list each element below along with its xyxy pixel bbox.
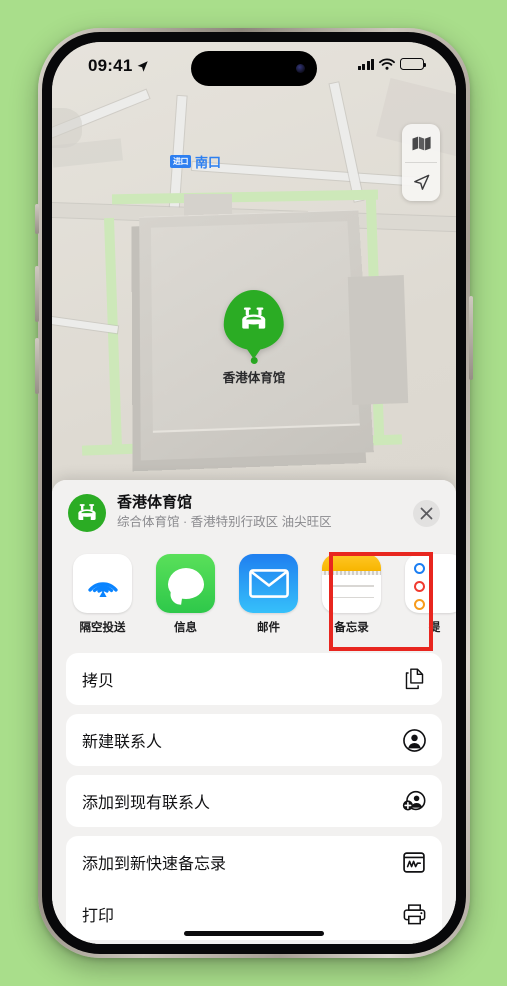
action-label: 拷贝 <box>82 673 115 690</box>
map-green-path <box>103 217 123 449</box>
notes-icon <box>322 554 381 613</box>
map-pin-label: 香港体育馆 <box>222 371 286 385</box>
action-group: 添加到现有联系人 <box>66 775 442 827</box>
share-app-row[interactable]: 隔空投送 信息 邮件 备忘录 提 <box>52 544 456 651</box>
folded-map-icon <box>412 136 431 150</box>
action-label: 新建联系人 <box>82 734 163 751</box>
share-app-reminders[interactable]: 提 <box>404 554 456 635</box>
dynamic-island <box>191 51 317 86</box>
entrance-label: 南口 <box>195 155 222 170</box>
status-time-text: 09:41 <box>88 56 133 75</box>
person-add-circle-icon <box>402 789 426 813</box>
silent-switch[interactable] <box>35 204 39 234</box>
action-group: 添加到新快速备忘录 打印 <box>66 836 442 940</box>
person-circle-icon <box>402 728 426 752</box>
action-row-new-contact[interactable]: 新建联系人 <box>66 714 442 766</box>
map-poi-entrance[interactable]: 进口 南口 <box>170 152 221 171</box>
share-app-label: 信息 <box>174 622 197 634</box>
locate-me-button[interactable] <box>402 163 440 201</box>
volume-up-button[interactable] <box>35 266 39 322</box>
mail-icon <box>239 554 298 613</box>
share-action-list: 拷贝 新建联系人 添加到现有联系人 添加到新快速备忘录 打印 <box>52 647 456 940</box>
share-app-label: 隔空投送 <box>79 622 126 634</box>
home-indicator[interactable] <box>184 931 324 936</box>
map-road <box>192 161 422 187</box>
action-label: 添加到现有联系人 <box>82 795 211 812</box>
share-app-messages[interactable]: 信息 <box>155 554 216 635</box>
location-arrow-icon <box>138 60 149 72</box>
front-camera-icon <box>296 64 305 73</box>
volume-down-button[interactable] <box>35 338 39 394</box>
printer-icon <box>402 902 426 926</box>
reminders-icon <box>405 554 456 613</box>
share-app-mail[interactable]: 邮件 <box>238 554 299 635</box>
share-app-label: 提 <box>428 622 441 634</box>
action-row-copy[interactable]: 拷贝 <box>66 653 442 705</box>
map-type-button[interactable] <box>402 124 440 162</box>
map-building-wing <box>347 275 409 405</box>
share-sheet: 香港体育馆 综合体育馆 · 香港特别行政区 油尖旺区 隔空投送 信息 邮件 备忘… <box>52 480 456 944</box>
action-label: 打印 <box>82 908 115 925</box>
place-info: 香港体育馆 综合体育馆 · 香港特别行政区 油尖旺区 <box>117 494 402 531</box>
battery-full-icon <box>400 58 427 70</box>
action-row-new-quick-note[interactable]: 添加到新快速备忘录 <box>66 836 442 888</box>
close-button[interactable] <box>413 499 440 527</box>
phone-bezel: 进口 南口 香港体育馆 09:41 香港体育馆 综合体育馆 · 香港特别行政区 … <box>42 32 466 954</box>
status-bar: 09:41 <box>52 42 456 96</box>
copy-icon <box>402 667 426 691</box>
close-icon <box>420 507 433 519</box>
status-indicators <box>357 58 427 70</box>
map-green-path <box>111 189 379 205</box>
map-road <box>329 82 364 202</box>
map-pin-head <box>223 290 284 350</box>
share-app-label: 邮件 <box>257 622 280 634</box>
airdrop-icon <box>73 554 132 613</box>
action-label: 添加到新快速备忘录 <box>82 856 227 873</box>
power-button[interactable] <box>469 296 473 380</box>
stadium-icon <box>242 307 266 329</box>
share-app-label: 备忘录 <box>334 622 369 634</box>
location-arrow-icon <box>413 174 429 190</box>
action-group: 拷贝 <box>66 653 442 705</box>
map-pin-coliseum[interactable]: 香港体育馆 <box>222 290 286 386</box>
phone-screen: 进口 南口 香港体育馆 09:41 香港体育馆 综合体育馆 · 香港特别行政区 … <box>52 42 456 944</box>
cellular-bars-icon <box>357 58 374 70</box>
place-subtitle: 综合体育馆 · 香港特别行政区 油尖旺区 <box>117 515 332 530</box>
stadium-icon <box>68 494 106 532</box>
messages-icon <box>156 554 215 613</box>
quick-note-icon <box>402 850 426 874</box>
share-app-airdrop[interactable]: 隔空投送 <box>72 554 133 635</box>
map-building-annex <box>184 194 232 216</box>
share-sheet-header: 香港体育馆 综合体育馆 · 香港特别行政区 油尖旺区 <box>52 480 456 544</box>
action-group: 新建联系人 <box>66 714 442 766</box>
action-row-add-existing-contact[interactable]: 添加到现有联系人 <box>66 775 442 827</box>
entrance-badge: 进口 <box>170 155 191 168</box>
map-controls[interactable] <box>402 124 440 201</box>
share-app-notes[interactable]: 备忘录 <box>321 554 382 635</box>
wifi-icon <box>379 58 395 70</box>
status-time-group: 09:41 <box>88 56 149 76</box>
place-title: 香港体育馆 <box>117 494 193 512</box>
phone-frame: 进口 南口 香港体育馆 09:41 香港体育馆 综合体育馆 · 香港特别行政区 … <box>35 28 473 958</box>
